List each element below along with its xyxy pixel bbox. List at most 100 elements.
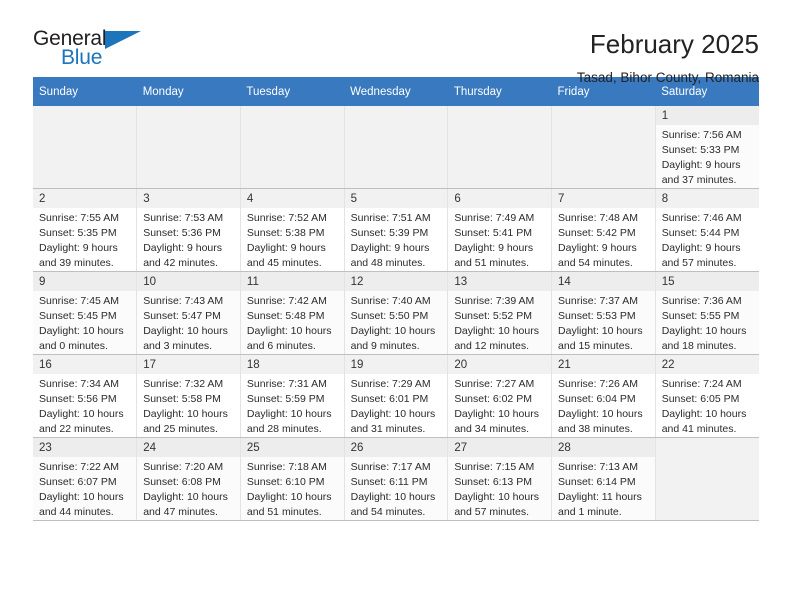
daylight-text-line2: and 39 minutes.: [39, 257, 114, 270]
sunrise-text: Sunrise: 7:39 AM: [454, 295, 535, 308]
weekday-header-thursday: Thursday: [447, 77, 552, 106]
sunrise-text: Sunrise: 7:53 AM: [143, 212, 224, 225]
day-number: 2: [33, 189, 137, 209]
sunset-text: Sunset: 5:35 PM: [39, 227, 117, 240]
day-number: 3: [137, 189, 240, 209]
calendar-week-row: 23 Sunrise: 7:22 AM Sunset: 6:07 PM Dayligh…: [33, 437, 759, 521]
calendar-day-cell[interactable]: 28 Sunrise: 7:13 AM Sunset: 6:14 PM Dayligh…: [551, 437, 656, 521]
daylight-text-line2: and 47 minutes.: [143, 506, 218, 519]
sunset-text: Sunset: 6:05 PM: [661, 393, 740, 406]
calendar-day-cell[interactable]: 19 Sunrise: 7:29 AM Sunset: 6:01 PM Dayligh…: [344, 354, 449, 438]
daylight-text-line2: and 9 minutes.: [350, 340, 420, 353]
sunrise-text: Sunrise: 7:45 AM: [39, 295, 119, 308]
calendar-day-cell[interactable]: 26 Sunrise: 7:17 AM Sunset: 6:11 PM Dayligh…: [344, 437, 449, 521]
day-number: 16: [33, 355, 137, 375]
day-sun-info: Sunrise: 7:39 AM Sunset: 5:52 PM Daylight:…: [448, 291, 551, 354]
calendar-day-cell[interactable]: 24 Sunrise: 7:20 AM Sunset: 6:08 PM Dayligh…: [136, 437, 241, 521]
daylight-text-line2: and 31 minutes.: [350, 423, 426, 436]
daylight-text-line1: Daylight: 10 hours: [454, 325, 539, 338]
calendar-week-row: 1 Sunrise: 7:56 AM Sunset: 5:33 PM Daylight…: [33, 106, 759, 189]
daylight-text-line1: Daylight: 9 hours: [661, 159, 741, 172]
day-sun-info: Sunrise: 7:55 AM Sunset: 5:35 PM Daylight:…: [33, 208, 136, 271]
calendar-day-cell[interactable]: 17 Sunrise: 7:32 AM Sunset: 5:58 PM Dayligh…: [136, 354, 241, 438]
day-sun-info: Sunrise: 7:42 AM Sunset: 5:48 PM Daylight:…: [241, 291, 344, 354]
calendar-day-cell[interactable]: 4 Sunrise: 7:52 AM Sunset: 5:38 PM Daylight…: [240, 188, 345, 272]
calendar-day-cell[interactable]: 6 Sunrise: 7:49 AM Sunset: 5:41 PM Daylight…: [447, 188, 553, 272]
daylight-text-line2: and 22 minutes.: [39, 423, 114, 436]
daylight-text-line1: Daylight: 9 hours: [661, 242, 741, 255]
calendar-day-cell[interactable]: 12 Sunrise: 7:40 AM Sunset: 5:50 PM Dayligh…: [344, 271, 449, 355]
calendar-day-cell[interactable]: 5 Sunrise: 7:51 AM Sunset: 5:39 PM Daylight…: [344, 188, 449, 272]
sunset-text: Sunset: 5:53 PM: [558, 310, 636, 323]
sunset-text: Sunset: 6:10 PM: [246, 476, 325, 489]
calendar-day-cell[interactable]: 1 Sunrise: 7:56 AM Sunset: 5:33 PM Daylight…: [655, 106, 759, 189]
calendar-day-cell-empty: [33, 106, 138, 189]
daylight-text-line2: and 15 minutes.: [558, 340, 633, 353]
calendar-day-cell[interactable]: 7 Sunrise: 7:48 AM Sunset: 5:42 PM Daylight…: [551, 188, 656, 272]
day-number: 27: [448, 438, 552, 458]
sunrise-text: Sunrise: 7:37 AM: [558, 295, 638, 308]
calendar-day-cell[interactable]: 11 Sunrise: 7:42 AM Sunset: 5:48 PM Dayligh…: [240, 271, 345, 355]
daylight-text-line2: and 44 minutes.: [39, 506, 114, 519]
sunrise-text: Sunrise: 7:24 AM: [661, 378, 742, 391]
calendar-day-cell[interactable]: 8 Sunrise: 7:46 AM Sunset: 5:44 PM Daylight…: [655, 188, 759, 272]
daylight-text-line1: Daylight: 9 hours: [39, 242, 118, 255]
calendar-day-cell[interactable]: 2 Sunrise: 7:55 AM Sunset: 5:35 PM Daylight…: [33, 188, 138, 272]
day-number: 1: [655, 106, 759, 126]
calendar-day-cell[interactable]: 15 Sunrise: 7:36 AM Sunset: 5:55 PM Dayligh…: [655, 271, 759, 355]
calendar-day-cell[interactable]: 13 Sunrise: 7:39 AM Sunset: 5:52 PM Dayligh…: [447, 271, 553, 355]
calendar-day-cell[interactable]: 25 Sunrise: 7:18 AM Sunset: 6:10 PM Dayligh…: [240, 437, 345, 521]
calendar-day-cell[interactable]: 22 Sunrise: 7:24 AM Sunset: 6:05 PM Dayligh…: [655, 354, 759, 438]
sunset-text: Sunset: 6:13 PM: [454, 476, 532, 489]
day-sun-info: Sunrise: 7:52 AM Sunset: 5:38 PM Daylight:…: [241, 208, 344, 271]
daylight-text-line1: Daylight: 10 hours: [558, 408, 643, 421]
sunset-text: Sunset: 6:01 PM: [350, 393, 429, 406]
day-number: 22: [655, 355, 759, 375]
sunrise-text: Sunrise: 7:20 AM: [143, 461, 224, 474]
daylight-text-line1: Daylight: 10 hours: [661, 325, 747, 338]
day-number: 24: [137, 438, 240, 458]
sunset-text: Sunset: 6:11 PM: [350, 476, 428, 489]
calendar-day-cell[interactable]: 27 Sunrise: 7:15 AM Sunset: 6:13 PM Dayligh…: [447, 437, 553, 521]
calendar-day-cell[interactable]: 23 Sunrise: 7:22 AM Sunset: 6:07 PM Dayligh…: [33, 437, 138, 521]
general-blue-logo[interactable]: General Blue: [33, 28, 163, 74]
daylight-text-line2: and 57 minutes.: [661, 257, 737, 270]
day-sun-info: Sunrise: 7:31 AM Sunset: 5:59 PM Daylight:…: [241, 374, 344, 437]
daylight-text-line1: Daylight: 10 hours: [350, 491, 436, 504]
sunrise-text: Sunrise: 7:48 AM: [558, 212, 638, 225]
day-sun-info: Sunrise: 7:13 AM Sunset: 6:14 PM Daylight:…: [552, 457, 655, 520]
calendar-day-cell[interactable]: 18 Sunrise: 7:31 AM Sunset: 5:59 PM Dayligh…: [240, 354, 345, 438]
daylight-text-line1: Daylight: 9 hours: [454, 242, 534, 255]
daylight-text-line2: and 48 minutes.: [350, 257, 426, 270]
sunset-text: Sunset: 5:41 PM: [454, 227, 532, 240]
day-number: 9: [33, 272, 137, 292]
sunset-text: Sunset: 6:08 PM: [143, 476, 221, 489]
day-sun-info: Sunrise: 7:26 AM Sunset: 6:04 PM Daylight:…: [552, 374, 655, 437]
calendar-day-cell[interactable]: 21 Sunrise: 7:26 AM Sunset: 6:04 PM Dayligh…: [551, 354, 656, 438]
sunrise-text: Sunrise: 7:22 AM: [39, 461, 119, 474]
calendar-day-cell[interactable]: 16 Sunrise: 7:34 AM Sunset: 5:56 PM Dayligh…: [33, 354, 138, 438]
sunrise-text: Sunrise: 7:13 AM: [558, 461, 638, 474]
calendar-day-cell[interactable]: 10 Sunrise: 7:43 AM Sunset: 5:47 PM Dayligh…: [136, 271, 241, 355]
day-sun-info: Sunrise: 7:37 AM Sunset: 5:53 PM Daylight:…: [552, 291, 655, 354]
daylight-text-line1: Daylight: 10 hours: [246, 491, 332, 504]
daylight-text-line2: and 3 minutes.: [143, 340, 213, 353]
calendar-day-cell[interactable]: 9 Sunrise: 7:45 AM Sunset: 5:45 PM Daylight…: [33, 271, 138, 355]
day-sun-info: Sunrise: 7:20 AM Sunset: 6:08 PM Daylight:…: [137, 457, 240, 520]
sunset-text: Sunset: 5:50 PM: [350, 310, 429, 323]
sunrise-text: Sunrise: 7:56 AM: [661, 129, 742, 142]
daylight-text-line2: and 38 minutes.: [558, 423, 633, 436]
calendar-day-cell[interactable]: 14 Sunrise: 7:37 AM Sunset: 5:53 PM Dayligh…: [551, 271, 656, 355]
sunrise-text: Sunrise: 7:46 AM: [661, 212, 742, 225]
day-number: 14: [552, 272, 655, 292]
day-number: 25: [240, 438, 344, 458]
calendar-day-cell[interactable]: 20 Sunrise: 7:27 AM Sunset: 6:02 PM Dayligh…: [447, 354, 553, 438]
sunset-text: Sunset: 5:52 PM: [454, 310, 532, 323]
day-sun-info: Sunrise: 7:22 AM Sunset: 6:07 PM Daylight:…: [33, 457, 136, 520]
daylight-text-line1: Daylight: 10 hours: [350, 408, 436, 421]
daylight-text-line1: Daylight: 10 hours: [246, 325, 332, 338]
daylight-text-line2: and 37 minutes.: [661, 174, 737, 187]
daylight-text-line1: Daylight: 10 hours: [661, 408, 747, 421]
daylight-text-line1: Daylight: 10 hours: [246, 408, 332, 421]
calendar-day-cell[interactable]: 3 Sunrise: 7:53 AM Sunset: 5:36 PM Daylight…: [136, 188, 241, 272]
